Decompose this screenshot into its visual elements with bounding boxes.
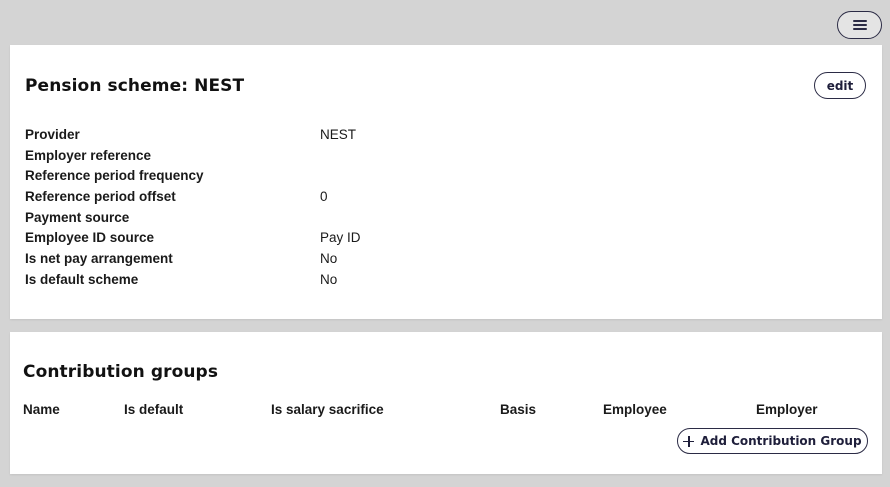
column-header-employee: Employee bbox=[603, 402, 667, 417]
detail-label: Payment source bbox=[25, 209, 130, 225]
detail-label: Provider bbox=[25, 127, 80, 142]
column-header-is-salary-sacrifice: Is salary sacrifice bbox=[271, 402, 384, 417]
detail-value: Pay ID bbox=[320, 230, 361, 246]
plus-icon bbox=[683, 435, 695, 447]
column-header-is-default: Is default bbox=[124, 402, 184, 417]
section-title: Contribution groups bbox=[23, 362, 219, 382]
column-header-employer: Employer bbox=[756, 402, 818, 417]
column-header-name: Name bbox=[23, 402, 60, 417]
detail-label: Employer reference bbox=[25, 147, 152, 163]
detail-label: Reference period frequency bbox=[25, 168, 204, 184]
main-menu-button[interactable] bbox=[837, 11, 882, 39]
hamburger-menu-icon bbox=[852, 20, 867, 30]
add-contribution-group-button[interactable]: Add Contribution Group bbox=[677, 428, 868, 454]
detail-label: Employee ID source bbox=[25, 230, 155, 246]
detail-label: Is net pay arrangement bbox=[25, 251, 173, 267]
detail-label: Reference period offset bbox=[25, 189, 176, 205]
column-header-basis: Basis bbox=[500, 402, 537, 417]
detail-value: No bbox=[320, 271, 338, 287]
add-contribution-group-label: Add Contribution Group bbox=[700, 434, 862, 448]
contribution-groups-card: Contribution groups Name Is default Is s… bbox=[10, 332, 882, 474]
pension-scheme-card: Pension scheme: NEST edit Provider NEST … bbox=[10, 45, 882, 319]
page-title: Pension scheme: NEST bbox=[25, 76, 245, 96]
detail-value: 0 bbox=[320, 189, 328, 205]
edit-button[interactable]: edit bbox=[814, 72, 866, 99]
detail-value: No bbox=[320, 251, 338, 267]
detail-value: NEST bbox=[320, 127, 357, 142]
detail-label: Is default scheme bbox=[25, 271, 139, 287]
